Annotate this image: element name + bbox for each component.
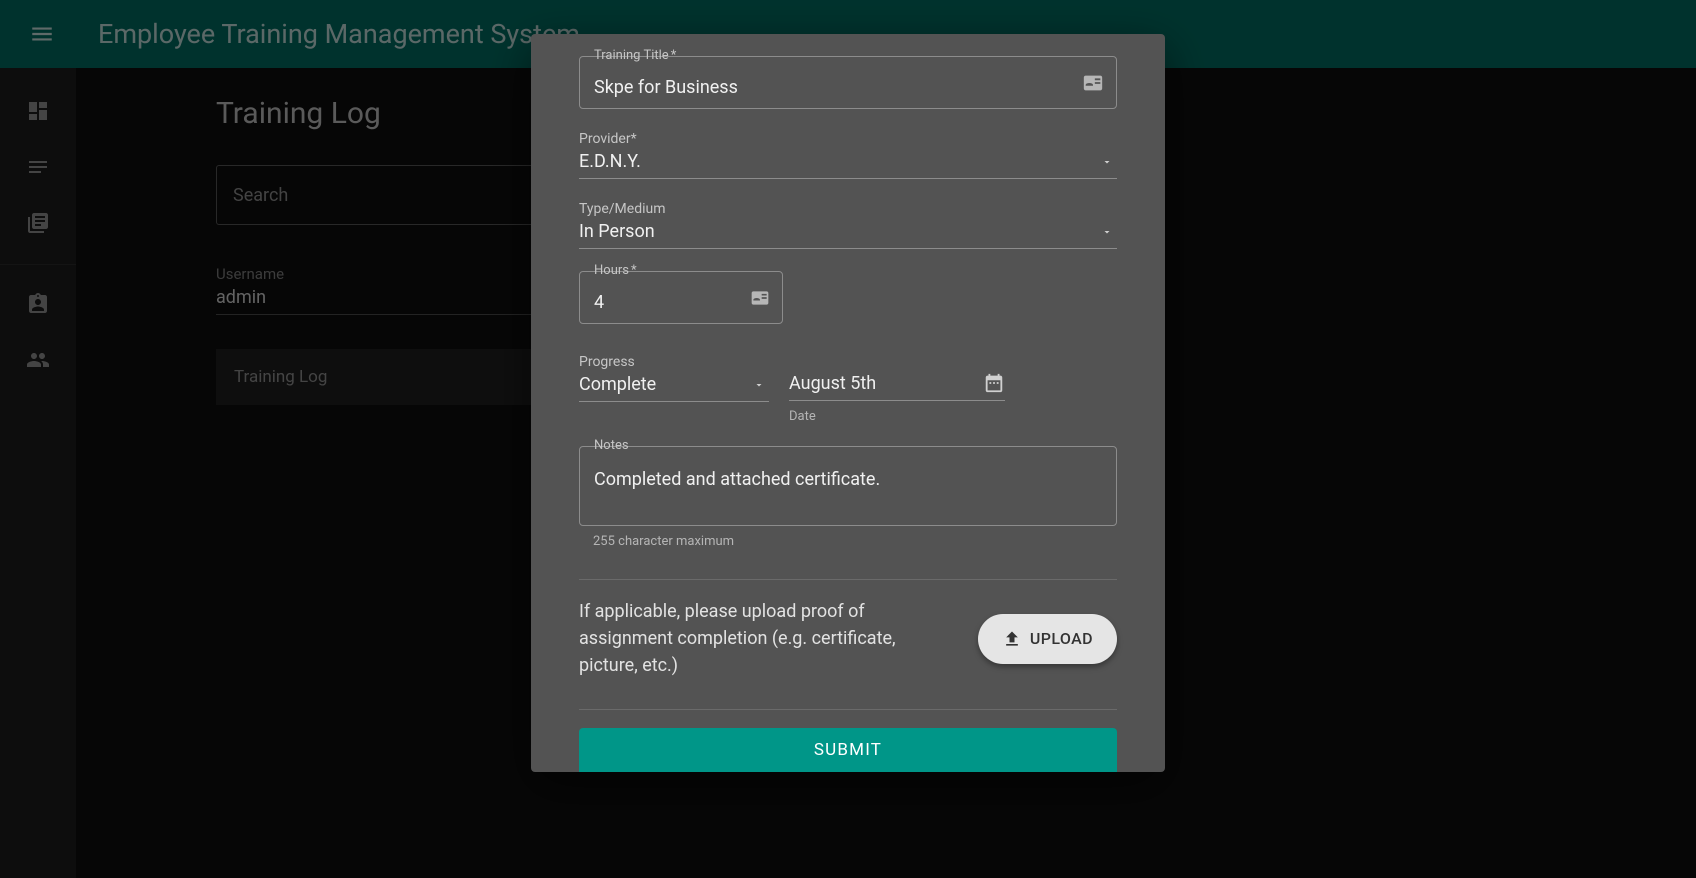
training-title-value[interactable]: Skpe for Business (594, 77, 738, 98)
hours-value[interactable]: 4 (594, 292, 604, 313)
medium-select[interactable]: Type/Medium In Person (579, 201, 1117, 249)
upload-button[interactable]: UPLOAD (978, 614, 1117, 664)
notes-value[interactable]: Completed and attached certificate. (594, 469, 1102, 490)
chevron-down-icon (753, 379, 765, 391)
hours-field[interactable]: Hours* 4 (579, 271, 783, 324)
hours-label: Hours (594, 263, 629, 278)
upload-icon (1002, 629, 1022, 649)
date-value: August 5th (789, 373, 876, 394)
submit-button[interactable]: SUBMIT (579, 728, 1117, 772)
training-title-field[interactable]: Training Title* Skpe for Business (579, 56, 1117, 109)
chevron-down-icon (1101, 156, 1113, 168)
contact-card-icon (1082, 72, 1104, 94)
training-title-label: Training Title (594, 48, 669, 63)
provider-select[interactable]: Provider* E.D.N.Y. (579, 131, 1117, 179)
required-asterisk: * (631, 131, 637, 147)
contact-card-icon (750, 288, 770, 308)
training-form-dialog: Training Title* Skpe for Business Provid… (531, 34, 1165, 772)
medium-value: In Person (579, 221, 1117, 242)
progress-select[interactable]: Progress Complete (579, 354, 769, 402)
chevron-down-icon (1101, 226, 1113, 238)
required-asterisk: * (671, 48, 677, 63)
medium-label: Type/Medium (579, 201, 1117, 217)
upload-instructions: If applicable, please upload proof of as… (579, 598, 948, 679)
dialog-divider (579, 579, 1117, 580)
notes-helper: 255 character maximum (593, 534, 1117, 549)
date-field[interactable]: August 5th (789, 372, 1005, 401)
notes-field[interactable]: Notes Completed and attached certificate… (579, 446, 1117, 526)
date-helper: Date (789, 409, 1005, 424)
dialog-divider (579, 709, 1117, 710)
notes-label: Notes (590, 438, 633, 453)
submit-button-label: SUBMIT (814, 740, 882, 760)
progress-label: Progress (579, 354, 769, 370)
progress-value: Complete (579, 374, 769, 395)
upload-button-label: UPLOAD (1030, 629, 1093, 648)
provider-value: E.D.N.Y. (579, 151, 1117, 172)
required-asterisk: * (631, 263, 637, 278)
calendar-icon[interactable] (983, 372, 1005, 394)
provider-label: Provider (579, 131, 631, 147)
